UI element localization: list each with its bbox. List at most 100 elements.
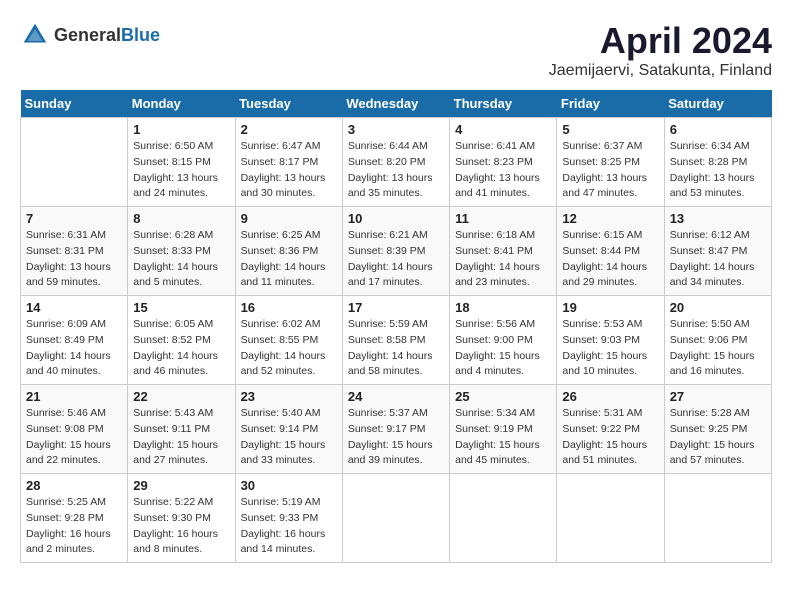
day-number: 7 bbox=[26, 211, 122, 226]
header-wednesday: Wednesday bbox=[342, 90, 449, 118]
day-info: Sunrise: 5:43 AM Sunset: 9:11 PM Dayligh… bbox=[133, 406, 229, 469]
day-info: Sunrise: 6:12 AM Sunset: 8:47 PM Dayligh… bbox=[670, 228, 766, 291]
calendar-cell: 21Sunrise: 5:46 AM Sunset: 9:08 PM Dayli… bbox=[21, 385, 128, 474]
day-info: Sunrise: 5:59 AM Sunset: 8:58 PM Dayligh… bbox=[348, 317, 444, 380]
calendar-cell: 3 Sunrise: 6:44 AM Sunset: 8:20 PM Daylig… bbox=[342, 118, 449, 207]
calendar-week-2: 7 Sunrise: 6:31 AM Sunset: 8:31 PM Daylig… bbox=[21, 207, 772, 296]
day-number: 17 bbox=[348, 300, 444, 315]
day-number: 22 bbox=[133, 389, 229, 404]
day-info: Sunrise: 5:53 AM Sunset: 9:03 PM Dayligh… bbox=[562, 317, 658, 380]
day-number: 28 bbox=[26, 478, 122, 493]
day-number: 3 bbox=[348, 122, 444, 137]
page-header: GeneralBlue April 2024 Jaemijaervi, Sata… bbox=[20, 20, 772, 80]
day-info: Sunrise: 6:02 AM Sunset: 8:55 PM Dayligh… bbox=[241, 317, 337, 380]
calendar-cell bbox=[664, 474, 771, 563]
logo-general-text: General bbox=[54, 25, 121, 45]
day-number: 6 bbox=[670, 122, 766, 137]
day-number: 27 bbox=[670, 389, 766, 404]
day-info: Sunrise: 6:31 AM Sunset: 8:31 PM Dayligh… bbox=[26, 228, 122, 291]
day-info: Sunrise: 6:50 AM Sunset: 8:15 PM Dayligh… bbox=[133, 139, 229, 202]
calendar-cell: 30 Sunrise: 5:19 AM Sunset: 9:33 PM Dayli… bbox=[235, 474, 342, 563]
calendar-week-3: 14Sunrise: 6:09 AM Sunset: 8:49 PM Dayli… bbox=[21, 296, 772, 385]
calendar-cell: 4Sunrise: 6:41 AM Sunset: 8:23 PM Daylig… bbox=[450, 118, 557, 207]
calendar-cell: 24 Sunrise: 5:37 AM Sunset: 9:17 PM Dayli… bbox=[342, 385, 449, 474]
header-friday: Friday bbox=[557, 90, 664, 118]
day-number: 11 bbox=[455, 211, 551, 226]
day-number: 24 bbox=[348, 389, 444, 404]
day-number: 19 bbox=[562, 300, 658, 315]
calendar-cell: 15 Sunrise: 6:05 AM Sunset: 8:52 PM Dayli… bbox=[128, 296, 235, 385]
calendar-cell: 28 Sunrise: 5:25 AM Sunset: 9:28 PM Dayli… bbox=[21, 474, 128, 563]
day-number: 20 bbox=[670, 300, 766, 315]
main-title: April 2024 bbox=[549, 20, 772, 62]
calendar-cell: 16 Sunrise: 6:02 AM Sunset: 8:55 PM Dayli… bbox=[235, 296, 342, 385]
calendar-cell: 18 Sunrise: 5:56 AM Sunset: 9:00 PM Dayli… bbox=[450, 296, 557, 385]
calendar-week-1: 1 Sunrise: 6:50 AM Sunset: 8:15 PM Daylig… bbox=[21, 118, 772, 207]
header-tuesday: Tuesday bbox=[235, 90, 342, 118]
day-number: 1 bbox=[133, 122, 229, 137]
day-number: 10 bbox=[348, 211, 444, 226]
day-info: Sunrise: 5:37 AM Sunset: 9:17 PM Dayligh… bbox=[348, 406, 444, 469]
day-info: Sunrise: 5:22 AM Sunset: 9:30 PM Dayligh… bbox=[133, 495, 229, 558]
day-info: Sunrise: 5:40 AM Sunset: 9:14 PM Dayligh… bbox=[241, 406, 337, 469]
day-number: 25 bbox=[455, 389, 551, 404]
day-info: Sunrise: 6:21 AM Sunset: 8:39 PM Dayligh… bbox=[348, 228, 444, 291]
day-number: 5 bbox=[562, 122, 658, 137]
calendar-header-row: SundayMondayTuesdayWednesdayThursdayFrid… bbox=[21, 90, 772, 118]
calendar-cell: 19 Sunrise: 5:53 AM Sunset: 9:03 PM Dayli… bbox=[557, 296, 664, 385]
calendar-cell: 13 Sunrise: 6:12 AM Sunset: 8:47 PM Dayli… bbox=[664, 207, 771, 296]
day-info: Sunrise: 5:50 AM Sunset: 9:06 PM Dayligh… bbox=[670, 317, 766, 380]
day-info: Sunrise: 6:05 AM Sunset: 8:52 PM Dayligh… bbox=[133, 317, 229, 380]
subtitle: Jaemijaervi, Satakunta, Finland bbox=[549, 62, 772, 80]
calendar-cell bbox=[21, 118, 128, 207]
day-number: 21 bbox=[26, 389, 122, 404]
day-info: Sunrise: 5:28 AM Sunset: 9:25 PM Dayligh… bbox=[670, 406, 766, 469]
day-info: Sunrise: 6:34 AM Sunset: 8:28 PM Dayligh… bbox=[670, 139, 766, 202]
day-number: 12 bbox=[562, 211, 658, 226]
calendar-cell: 1 Sunrise: 6:50 AM Sunset: 8:15 PM Daylig… bbox=[128, 118, 235, 207]
calendar-cell: 14Sunrise: 6:09 AM Sunset: 8:49 PM Dayli… bbox=[21, 296, 128, 385]
day-number: 16 bbox=[241, 300, 337, 315]
calendar-cell bbox=[557, 474, 664, 563]
day-info: Sunrise: 5:34 AM Sunset: 9:19 PM Dayligh… bbox=[455, 406, 551, 469]
day-number: 30 bbox=[241, 478, 337, 493]
calendar-cell: 29Sunrise: 5:22 AM Sunset: 9:30 PM Dayli… bbox=[128, 474, 235, 563]
logo-blue-text: Blue bbox=[121, 25, 160, 45]
day-number: 15 bbox=[133, 300, 229, 315]
calendar-cell: 27 Sunrise: 5:28 AM Sunset: 9:25 PM Dayli… bbox=[664, 385, 771, 474]
day-info: Sunrise: 6:18 AM Sunset: 8:41 PM Dayligh… bbox=[455, 228, 551, 291]
calendar-cell bbox=[450, 474, 557, 563]
calendar-cell: 10 Sunrise: 6:21 AM Sunset: 8:39 PM Dayli… bbox=[342, 207, 449, 296]
day-info: Sunrise: 5:19 AM Sunset: 9:33 PM Dayligh… bbox=[241, 495, 337, 558]
header-thursday: Thursday bbox=[450, 90, 557, 118]
logo-icon bbox=[20, 20, 50, 50]
day-info: Sunrise: 6:41 AM Sunset: 8:23 PM Dayligh… bbox=[455, 139, 551, 202]
calendar-cell: 25 Sunrise: 5:34 AM Sunset: 9:19 PM Dayli… bbox=[450, 385, 557, 474]
day-info: Sunrise: 6:28 AM Sunset: 8:33 PM Dayligh… bbox=[133, 228, 229, 291]
day-info: Sunrise: 5:25 AM Sunset: 9:28 PM Dayligh… bbox=[26, 495, 122, 558]
day-number: 26 bbox=[562, 389, 658, 404]
calendar-cell: 20 Sunrise: 5:50 AM Sunset: 9:06 PM Dayli… bbox=[664, 296, 771, 385]
calendar-cell: 2Sunrise: 6:47 AM Sunset: 8:17 PM Daylig… bbox=[235, 118, 342, 207]
day-number: 23 bbox=[241, 389, 337, 404]
calendar-cell: 8 Sunrise: 6:28 AM Sunset: 8:33 PM Daylig… bbox=[128, 207, 235, 296]
day-info: Sunrise: 6:15 AM Sunset: 8:44 PM Dayligh… bbox=[562, 228, 658, 291]
calendar-cell: 5 Sunrise: 6:37 AM Sunset: 8:25 PM Daylig… bbox=[557, 118, 664, 207]
calendar-cell: 6 Sunrise: 6:34 AM Sunset: 8:28 PM Daylig… bbox=[664, 118, 771, 207]
header-sunday: Sunday bbox=[21, 90, 128, 118]
day-info: Sunrise: 5:31 AM Sunset: 9:22 PM Dayligh… bbox=[562, 406, 658, 469]
title-block: April 2024 Jaemijaervi, Satakunta, Finla… bbox=[549, 20, 772, 80]
calendar-cell: 26 Sunrise: 5:31 AM Sunset: 9:22 PM Dayli… bbox=[557, 385, 664, 474]
calendar-cell: 7 Sunrise: 6:31 AM Sunset: 8:31 PM Daylig… bbox=[21, 207, 128, 296]
day-info: Sunrise: 6:09 AM Sunset: 8:49 PM Dayligh… bbox=[26, 317, 122, 380]
header-monday: Monday bbox=[128, 90, 235, 118]
day-info: Sunrise: 5:56 AM Sunset: 9:00 PM Dayligh… bbox=[455, 317, 551, 380]
day-number: 8 bbox=[133, 211, 229, 226]
day-info: Sunrise: 6:37 AM Sunset: 8:25 PM Dayligh… bbox=[562, 139, 658, 202]
calendar-cell: 11 Sunrise: 6:18 AM Sunset: 8:41 PM Dayli… bbox=[450, 207, 557, 296]
calendar-cell: 23 Sunrise: 5:40 AM Sunset: 9:14 PM Dayli… bbox=[235, 385, 342, 474]
day-info: Sunrise: 6:44 AM Sunset: 8:20 PM Dayligh… bbox=[348, 139, 444, 202]
day-number: 13 bbox=[670, 211, 766, 226]
day-number: 9 bbox=[241, 211, 337, 226]
day-number: 18 bbox=[455, 300, 551, 315]
